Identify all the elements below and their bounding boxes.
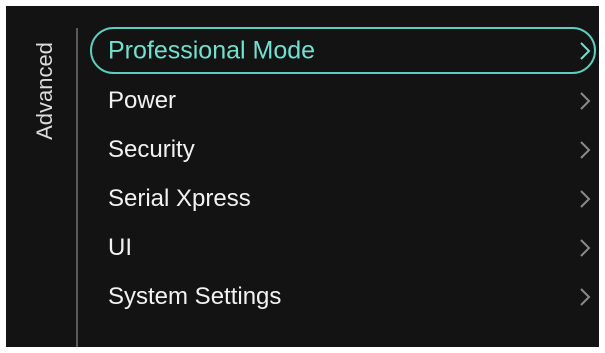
menu-item-system-settings[interactable]: System Settings (90, 272, 596, 321)
side-tab-label: Advanced (32, 42, 57, 140)
chevron-right-icon (579, 41, 591, 61)
menu-item-ui[interactable]: UI (90, 223, 596, 272)
menu-item-security[interactable]: Security (90, 125, 596, 174)
chevron-right-icon (579, 140, 591, 160)
menu-item-power[interactable]: Power (90, 76, 596, 125)
menu-item-label: Security (108, 135, 195, 163)
menu-item-label: Professional Mode (108, 36, 316, 64)
chevron-right-icon (579, 189, 591, 209)
menu-item-label: UI (108, 233, 132, 261)
chevron-right-icon (579, 238, 591, 258)
menu-item-label: System Settings (108, 282, 282, 310)
menu-item-professional-mode[interactable]: Professional Mode (90, 27, 596, 74)
menu-item-label: Power (108, 86, 177, 114)
side-tab-advanced[interactable]: Advanced (6, 6, 76, 347)
menu-item-serial-xpress[interactable]: Serial Xpress (90, 174, 596, 223)
chevron-right-icon (579, 91, 591, 111)
chevron-right-icon (579, 287, 591, 307)
menu-item-label: Serial Xpress (108, 184, 251, 212)
advanced-menu-screen: Advanced Professional Mode Power Securit… (0, 0, 605, 353)
settings-menu: Professional Mode Power Security Serial … (90, 27, 596, 321)
vertical-divider (76, 28, 78, 347)
